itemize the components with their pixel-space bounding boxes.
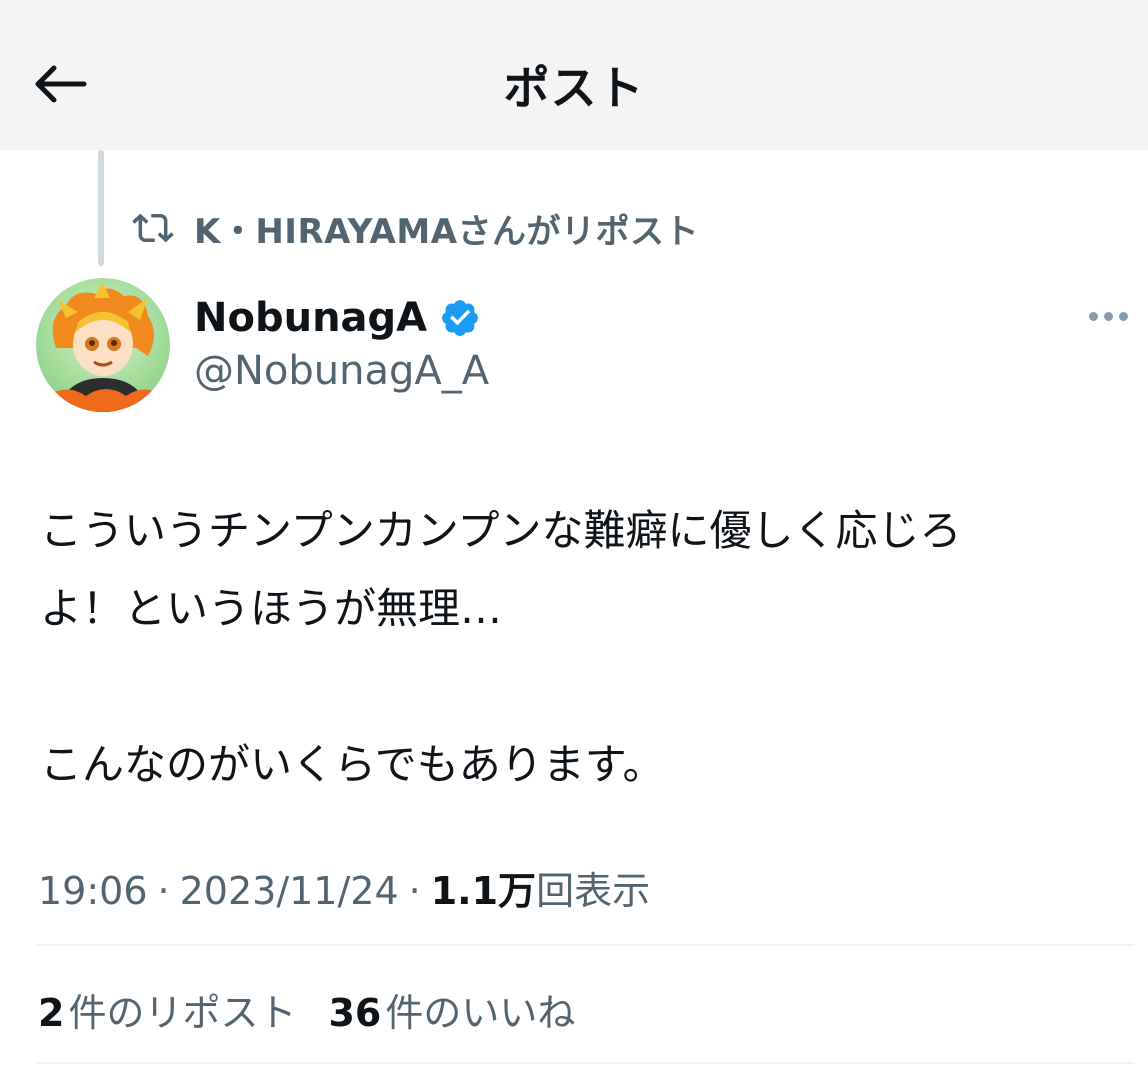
likes-label: 件のいいね	[385, 991, 576, 1035]
avatar[interactable]	[36, 278, 170, 412]
post-date[interactable]: 2023/11/24	[180, 869, 399, 913]
user-handle[interactable]: @NobunagA_A	[194, 348, 489, 394]
post-detail-page: ポスト K・HIRAYAMAさんがリポスト NobunagA @NobunagA…	[0, 0, 1148, 1067]
thread-line	[98, 150, 104, 266]
post-text: こういうチンプンカンプンな難癖に優しく応じろ よ！というほうが無理… こんなのが…	[40, 492, 1120, 804]
dot-icon	[1088, 311, 1098, 321]
repost-label: K・HIRAYAMAさんがリポスト	[194, 211, 700, 252]
post-meta: 19:06 · 2023/11/24 · 1.1万回表示	[38, 860, 650, 915]
author-name[interactable]: NobunagA	[194, 292, 481, 344]
divider	[36, 1062, 1134, 1064]
page-title: ポスト	[503, 61, 645, 115]
post-stats: 2 件のリポスト 36 件のいいね	[38, 982, 575, 1037]
views-link[interactable]: 1.1万回表示	[431, 860, 650, 915]
verified-badge-icon	[439, 297, 481, 339]
reposts-count: 2	[38, 991, 65, 1035]
separator: ·	[408, 869, 421, 913]
likes-stat[interactable]: 36 件のいいね	[328, 982, 575, 1037]
views-count: 1.1万	[430, 869, 537, 913]
post-line: こういうチンプンカンプンな難癖に優しく応じろ	[40, 506, 962, 555]
views-label: 回表示	[536, 869, 651, 913]
dot-icon	[1118, 311, 1128, 321]
dot-icon	[1103, 311, 1113, 321]
reposts-stat[interactable]: 2 件のリポスト	[38, 982, 296, 1037]
more-options-button[interactable]	[1080, 300, 1136, 332]
likes-count: 36	[328, 991, 382, 1035]
post-time[interactable]: 19:06	[38, 869, 148, 913]
repost-context[interactable]: K・HIRAYAMAさんがリポスト	[132, 205, 700, 252]
display-name: NobunagA	[194, 295, 428, 341]
post-line: こんなのがいくらでもあります。	[40, 740, 665, 789]
repost-icon	[132, 207, 174, 249]
top-bar: ポスト	[0, 0, 1148, 150]
post-line: よ！というほうが無理…	[40, 584, 503, 633]
separator: ·	[157, 869, 170, 913]
post-line-blank	[40, 648, 1120, 726]
divider	[36, 944, 1134, 946]
reposts-label: 件のリポスト	[68, 991, 297, 1035]
